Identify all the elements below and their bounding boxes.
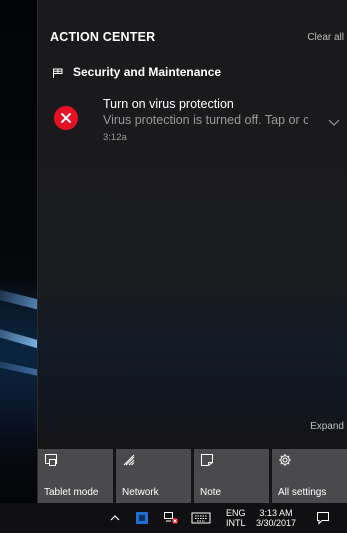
- keyboard-tray-icon[interactable]: [190, 503, 212, 533]
- quick-action-label: All settings: [278, 487, 327, 498]
- notification-item[interactable]: Turn on virus protection Virus protectio…: [52, 94, 344, 150]
- notification-group-header[interactable]: Security and Maintenance: [52, 65, 221, 79]
- action-center-taskbar-icon[interactable]: [312, 503, 334, 533]
- quick-action-note[interactable]: Note: [194, 449, 269, 503]
- quick-actions: Tablet mode Network Note All settings: [38, 449, 347, 503]
- notification-title: Turn on virus protection: [103, 97, 234, 111]
- clear-all-button[interactable]: Clear all: [307, 32, 344, 43]
- taskbar-clock[interactable]: 3:13 AM 3/30/2017: [256, 508, 296, 528]
- quick-action-tablet-mode[interactable]: Tablet mode: [38, 449, 113, 503]
- quick-action-all-settings[interactable]: All settings: [272, 449, 347, 503]
- taskbar: ENG INTL 3:13 AM 3/30/2017: [0, 503, 347, 533]
- action-center-title: ACTION CENTER: [50, 30, 156, 44]
- quick-action-network[interactable]: Network: [116, 449, 191, 503]
- desktop-background: [0, 0, 40, 503]
- show-hidden-icons-chevron-icon[interactable]: [107, 503, 123, 533]
- defender-tray-icon[interactable]: [133, 503, 151, 533]
- notification-group-title: Security and Maintenance: [73, 65, 222, 79]
- security-flag-icon: [52, 66, 64, 78]
- network-disconnected-tray-icon[interactable]: [161, 503, 181, 533]
- settings-gear-icon: [278, 453, 292, 467]
- notification-time: 3:12a: [103, 132, 127, 143]
- notification-body: Virus protection is turned off. Tap or c: [103, 113, 308, 127]
- language-indicator[interactable]: ENG INTL: [226, 508, 246, 528]
- quick-action-label: Network: [122, 487, 159, 498]
- clock-time: 3:13 AM: [259, 508, 293, 518]
- action-center-header: ACTION CENTER Clear all: [50, 28, 344, 46]
- quick-action-label: Note: [200, 487, 222, 498]
- language-code: ENG: [226, 508, 246, 518]
- expand-button[interactable]: Expand: [310, 421, 344, 432]
- language-layout: INTL: [226, 518, 246, 528]
- clock-date: 3/30/2017: [256, 518, 297, 528]
- action-center-panel: ACTION CENTER Clear all Security and Mai…: [37, 0, 347, 503]
- tablet-mode-icon: [44, 453, 58, 467]
- quick-action-label: Tablet mode: [44, 487, 99, 498]
- note-icon: [200, 453, 214, 467]
- error-x-icon: [54, 106, 78, 130]
- chevron-down-icon[interactable]: [328, 114, 340, 126]
- network-icon: [122, 453, 136, 467]
